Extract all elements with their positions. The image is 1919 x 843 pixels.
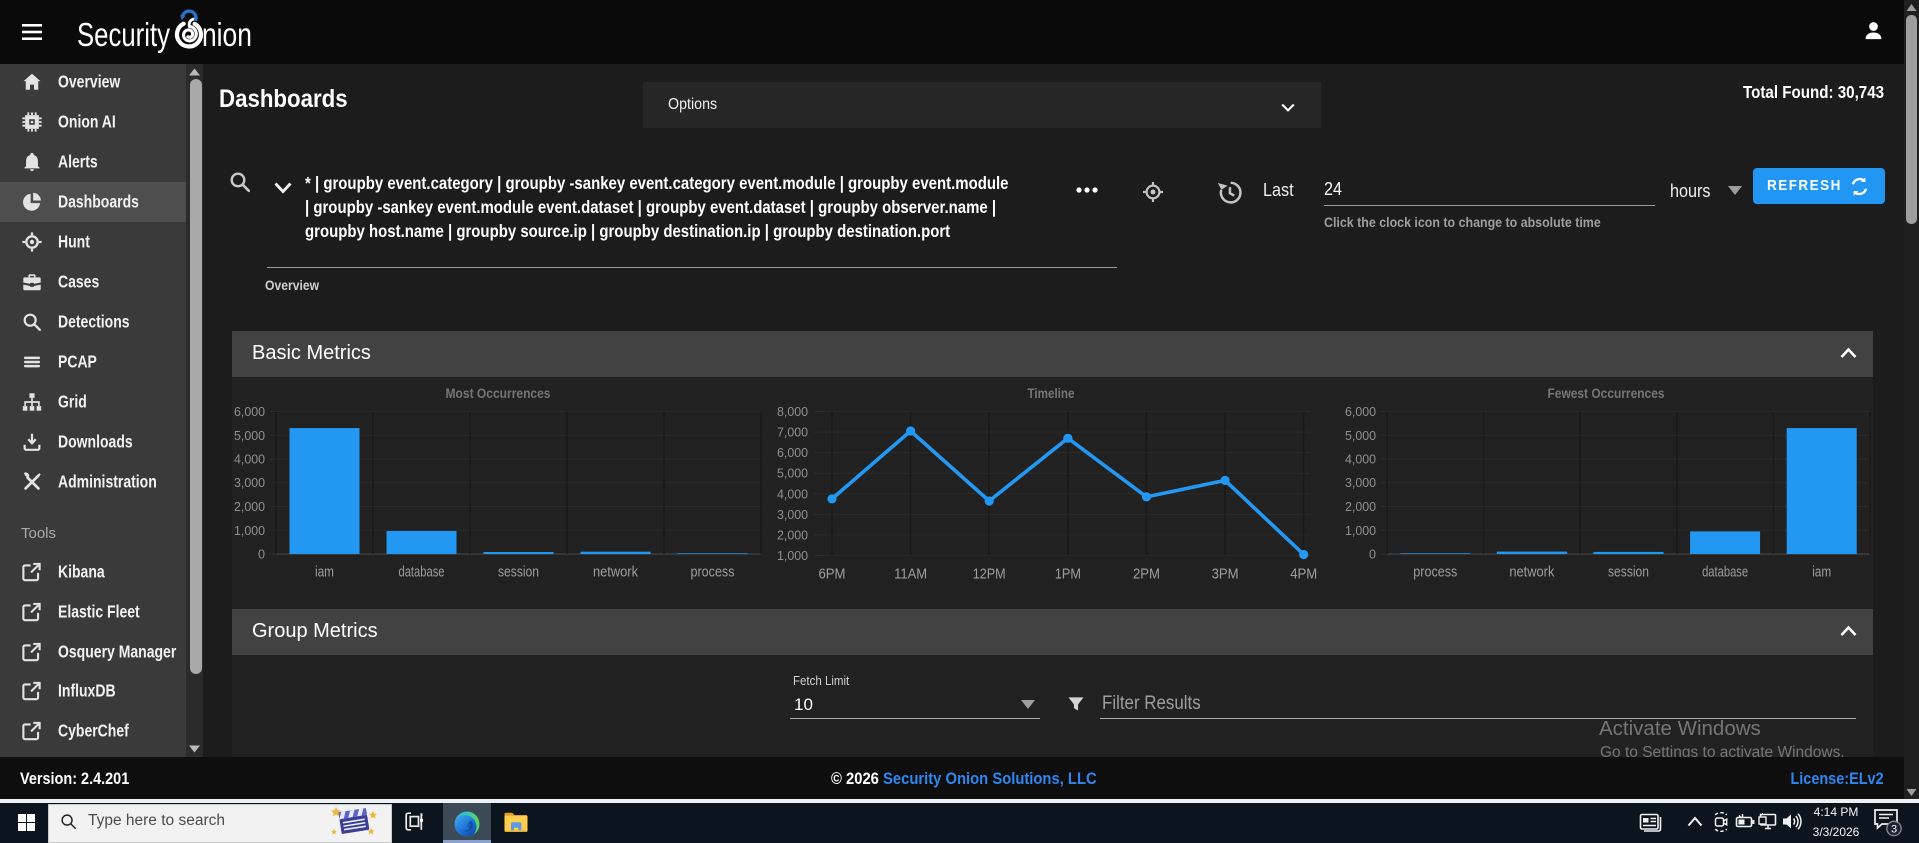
svg-text:database: database: [1702, 565, 1748, 581]
svg-text:process: process: [1413, 565, 1457, 581]
svg-text:1,000: 1,000: [777, 548, 808, 563]
svg-text:Fewest Occurrences: Fewest Occurrences: [1548, 385, 1665, 401]
svg-text:4,000: 4,000: [234, 452, 265, 467]
svg-text:12PM: 12PM: [973, 567, 1006, 583]
svg-text:5,000: 5,000: [234, 428, 265, 443]
svg-text:6,000: 6,000: [234, 404, 265, 419]
svg-text:3,000: 3,000: [777, 507, 808, 522]
svg-text:network: network: [1509, 565, 1555, 581]
svg-text:4PM: 4PM: [1290, 567, 1317, 583]
svg-text:iam: iam: [1812, 565, 1831, 581]
svg-text:database: database: [399, 565, 445, 581]
svg-text:3: 3: [1891, 824, 1897, 836]
svg-text:6PM: 6PM: [819, 567, 846, 583]
svg-text:1,000: 1,000: [234, 523, 265, 538]
svg-text:0: 0: [1369, 547, 1376, 562]
svg-text:process: process: [691, 565, 735, 581]
svg-text:2,000: 2,000: [1345, 499, 1376, 514]
svg-text:3,000: 3,000: [234, 475, 265, 490]
svg-text:network: network: [593, 565, 639, 581]
svg-text:session: session: [1608, 565, 1649, 581]
svg-text:iam: iam: [315, 565, 334, 581]
svg-text:2PM: 2PM: [1133, 567, 1160, 583]
svg-text:3PM: 3PM: [1212, 567, 1239, 583]
svg-text:7,000: 7,000: [777, 425, 808, 440]
svg-text:2,000: 2,000: [777, 527, 808, 542]
svg-text:1,000: 1,000: [1345, 523, 1376, 538]
svg-text:3,000: 3,000: [1345, 475, 1376, 490]
svg-text:4,000: 4,000: [1345, 452, 1376, 467]
svg-text:0: 0: [258, 547, 265, 562]
svg-text:5,000: 5,000: [777, 466, 808, 481]
svg-text:1PM: 1PM: [1055, 567, 1081, 583]
svg-text:session: session: [498, 565, 539, 581]
svg-text:5,000: 5,000: [1345, 428, 1376, 443]
svg-text:2,000: 2,000: [234, 499, 265, 514]
svg-text:8,000: 8,000: [777, 404, 808, 419]
svg-text:4,000: 4,000: [777, 486, 808, 501]
svg-text:11AM: 11AM: [894, 567, 927, 583]
svg-text:6,000: 6,000: [1345, 404, 1376, 419]
svg-text:Most Occurrences: Most Occurrences: [446, 385, 551, 401]
svg-text:Timeline: Timeline: [1028, 385, 1075, 401]
svg-text:6,000: 6,000: [777, 445, 808, 460]
